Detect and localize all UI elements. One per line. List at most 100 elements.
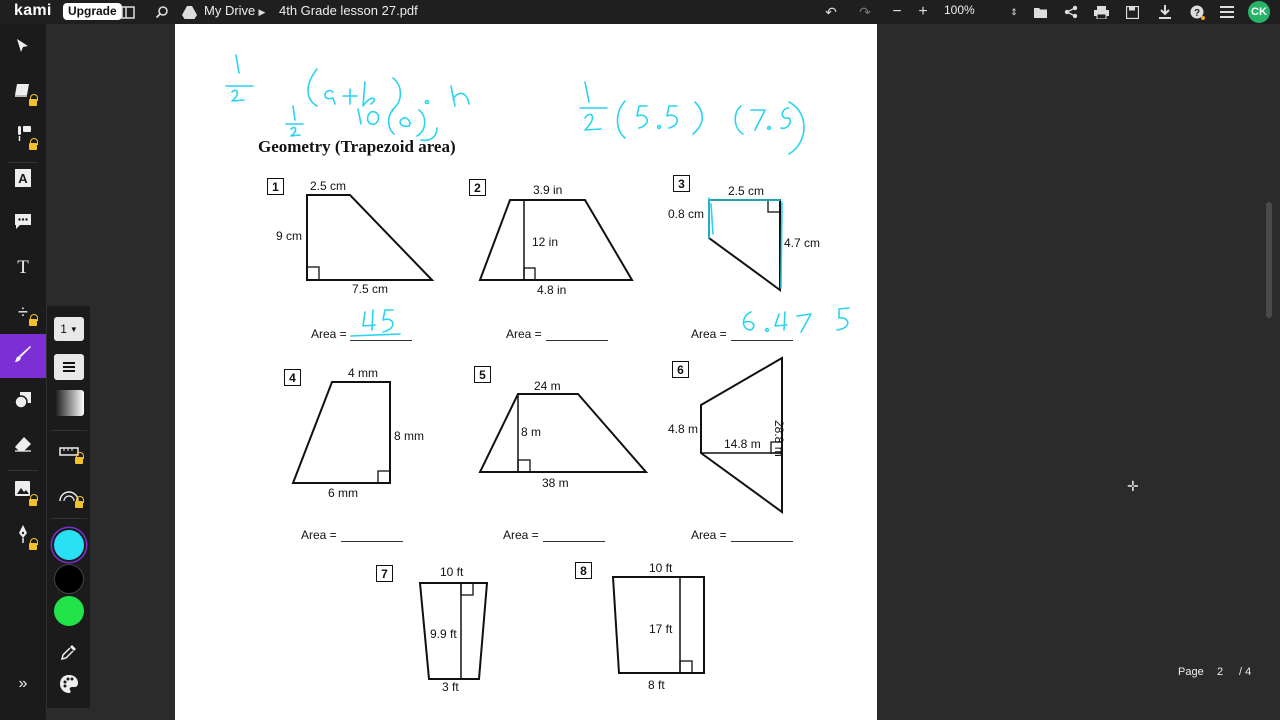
open-folder-icon[interactable] bbox=[1031, 2, 1051, 22]
ink-stroke bbox=[584, 81, 590, 103]
select-icon bbox=[16, 38, 30, 59]
undo-icon[interactable]: ↶ bbox=[821, 2, 841, 22]
vertical-scrollbar[interactable] bbox=[1266, 202, 1272, 318]
dimension-label: 2.5 cm bbox=[310, 179, 347, 193]
ink-stroke bbox=[708, 197, 714, 239]
shapes-tool[interactable] bbox=[0, 380, 46, 424]
line-style-button[interactable] bbox=[54, 354, 84, 380]
eyedropper-button[interactable] bbox=[53, 638, 85, 666]
zoom-in-icon[interactable]: + bbox=[913, 2, 933, 22]
ink-stroke bbox=[788, 101, 805, 155]
line-style-icon bbox=[63, 362, 75, 372]
save-icon[interactable] bbox=[1122, 2, 1142, 22]
sidebar-toggle-icon[interactable] bbox=[118, 2, 138, 22]
ink-stroke bbox=[666, 105, 678, 129]
share-icon[interactable] bbox=[1061, 2, 1081, 22]
collapse-icon: » bbox=[18, 675, 28, 692]
ink-stroke bbox=[292, 105, 296, 121]
image-tool[interactable] bbox=[0, 470, 46, 514]
lock-icon bbox=[29, 494, 38, 506]
page-number-input[interactable]: 2 bbox=[1217, 666, 1223, 678]
signature-tool[interactable] bbox=[0, 514, 46, 558]
problem-number: 4 bbox=[284, 369, 301, 386]
svg-text:A: A bbox=[18, 171, 28, 186]
voice-comment-tool[interactable] bbox=[0, 114, 46, 158]
drawing-icon bbox=[14, 345, 32, 368]
kami-logo: kami bbox=[14, 2, 52, 19]
right-angle-mark bbox=[460, 582, 474, 596]
answer-line[interactable] bbox=[731, 340, 793, 341]
area-label: Area = bbox=[691, 327, 727, 341]
ink-stroke bbox=[290, 126, 301, 137]
dimension-label: 2.5 cm bbox=[728, 184, 765, 198]
upgrade-button[interactable]: Upgrade bbox=[63, 3, 122, 20]
comment-tool[interactable] bbox=[0, 202, 46, 246]
answer-line[interactable] bbox=[543, 541, 605, 542]
dimension-label: 8 ft bbox=[648, 678, 665, 692]
svg-text:?: ? bbox=[1193, 8, 1199, 19]
palette-icon bbox=[60, 675, 78, 693]
zoom-dropdown-icon[interactable]: ⇕ bbox=[1004, 2, 1024, 22]
ink-stroke bbox=[366, 110, 380, 126]
crosshair-cursor-icon: ✛ bbox=[1127, 478, 1139, 494]
ink-stroke bbox=[764, 327, 770, 333]
answer-line[interactable] bbox=[341, 541, 403, 542]
zoom-out-icon[interactable]: − bbox=[887, 2, 907, 22]
select-tool[interactable] bbox=[0, 26, 46, 70]
color-swatch-black[interactable] bbox=[54, 564, 84, 594]
eraser-icon bbox=[14, 436, 32, 457]
dimension-label: 10 ft bbox=[649, 561, 673, 575]
drawing-tool[interactable] bbox=[0, 334, 46, 378]
ink-stroke bbox=[382, 309, 394, 333]
pdf-page[interactable]: Geometry (Trapezoid area) 1 2.5 cm 9 cm … bbox=[175, 24, 877, 720]
redo-icon[interactable]: ↷ bbox=[855, 2, 875, 22]
problem-number: 5 bbox=[474, 366, 491, 383]
problem-number: 6 bbox=[672, 361, 689, 378]
page-title: Geometry (Trapezoid area) bbox=[258, 137, 456, 156]
ink-stroke bbox=[656, 124, 662, 130]
area-label: Area = bbox=[506, 327, 542, 341]
color-swatch-cyan[interactable] bbox=[54, 530, 84, 560]
dimension-label: 4 mm bbox=[348, 366, 378, 380]
answer-line[interactable] bbox=[731, 541, 793, 542]
eraser-tool[interactable] bbox=[0, 424, 46, 468]
search-icon[interactable] bbox=[152, 2, 172, 22]
ink-stroke bbox=[362, 309, 376, 331]
answer-line[interactable] bbox=[546, 340, 608, 341]
area-label: Area = bbox=[301, 528, 337, 542]
dimension-label: 4.7 cm bbox=[784, 236, 821, 250]
page-total: / 4 bbox=[1239, 666, 1252, 678]
zoom-level[interactable]: 100% bbox=[944, 3, 975, 17]
ink-stroke bbox=[235, 54, 240, 74]
protractor-tool[interactable] bbox=[53, 482, 85, 510]
lock-icon bbox=[75, 496, 84, 508]
ink-stroke bbox=[774, 311, 788, 331]
opacity-gradient-button[interactable] bbox=[54, 390, 84, 416]
stroke-width-select[interactable]: 1 ▼ bbox=[54, 317, 84, 341]
page-label: Page bbox=[1178, 666, 1204, 678]
color-palette-button[interactable] bbox=[53, 670, 85, 698]
menu-icon[interactable] bbox=[1217, 2, 1237, 22]
text-highlight-icon: A bbox=[15, 168, 31, 192]
color-swatch-green[interactable] bbox=[54, 596, 84, 626]
ink-stroke bbox=[424, 99, 430, 105]
help-icon[interactable]: ? bbox=[1187, 2, 1207, 22]
dimension-label: 24 m bbox=[534, 379, 561, 393]
equation-tool[interactable]: ÷ bbox=[0, 290, 46, 334]
download-icon[interactable] bbox=[1155, 2, 1175, 22]
equation-icon: ÷ bbox=[18, 301, 28, 322]
lock-icon bbox=[75, 452, 84, 464]
breadcrumb-my-drive[interactable]: My Drive bbox=[204, 3, 255, 18]
lock-icon bbox=[29, 314, 38, 326]
ruler-tool[interactable] bbox=[53, 438, 85, 466]
avatar[interactable]: CK bbox=[1248, 1, 1270, 23]
text-tool[interactable]: T bbox=[0, 246, 46, 290]
problem-number: 8 bbox=[575, 562, 592, 579]
print-icon[interactable] bbox=[1091, 2, 1111, 22]
collapse-toolbar-button[interactable]: » bbox=[0, 662, 46, 706]
answer-line[interactable] bbox=[350, 340, 412, 341]
dimension-label: 4.8 m bbox=[668, 422, 699, 436]
dictionary-tool[interactable] bbox=[0, 70, 46, 114]
markup-tool[interactable]: A bbox=[0, 158, 46, 202]
lock-icon bbox=[29, 94, 38, 106]
